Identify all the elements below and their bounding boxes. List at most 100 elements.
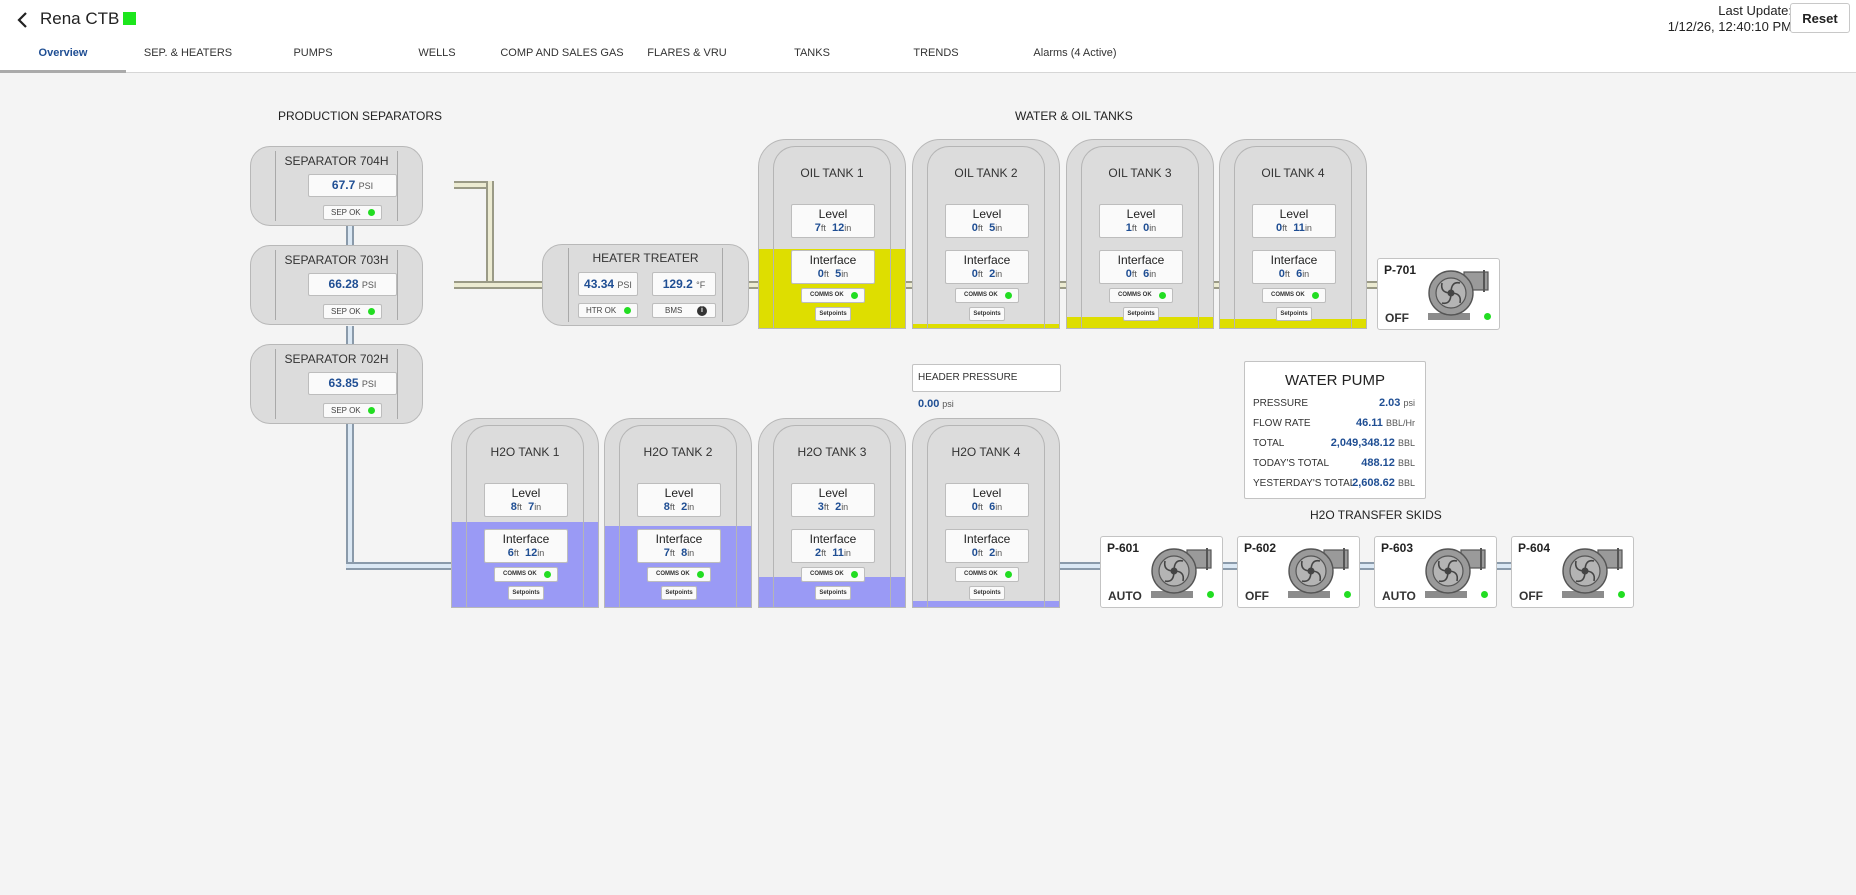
oil-pipe [454, 281, 546, 289]
tab-trends[interactable]: TRENDS [904, 44, 968, 70]
separator-704h[interactable]: SEPARATOR 704H 67.7 PSI SEP OK [250, 146, 423, 226]
tank-level: Level 0ft 5in [945, 204, 1029, 238]
pump-p-601[interactable]: P-601 AUTO [1100, 536, 1223, 608]
centrifugal-pump-icon [1428, 270, 1489, 320]
centrifugal-pump-icon [1425, 548, 1486, 598]
comms-ok-button[interactable]: COMMS OK [1262, 288, 1326, 303]
setpoints-button[interactable]: Setpoints [969, 586, 1005, 600]
tank-interface: Interface 6ft 12in [484, 529, 568, 563]
tab-comp-sales-gas[interactable]: COMP AND SALES GAS [500, 44, 624, 70]
tank-level: Level 3ft 2in [791, 483, 875, 517]
tab-sep-heaters[interactable]: SEP. & HEATERS [130, 44, 246, 70]
sep-status: SEP OK [323, 304, 382, 319]
comms-ok-button[interactable]: COMMS OK [494, 567, 558, 582]
comms-ok-button[interactable]: COMMS OK [955, 288, 1019, 303]
pump-name: P-701 [1384, 263, 1417, 277]
separator-name: SEPARATOR 702H [284, 352, 389, 366]
setpoints-button[interactable]: Setpoints [1276, 307, 1312, 321]
last-update-label: Last Update: [1718, 3, 1792, 18]
interface-label: Interface [1270, 253, 1318, 267]
tank-name: H2O TANK 2 [643, 445, 713, 459]
tank[interactable]: H2O TANK 3 Level 3ft 2in Interface 2ft 11in C… [758, 418, 906, 608]
comms-ok-button[interactable]: COMMS OK [801, 288, 865, 303]
tank-interface: Interface 0ft 2in [945, 529, 1029, 563]
tab-flares-vru[interactable]: FLARES & VRU [640, 44, 734, 70]
interface-label: Interface [809, 532, 857, 546]
water-pipe [346, 424, 354, 570]
tank-interface: Interface 0ft 6in [1099, 250, 1183, 284]
row-unit: BBL [1397, 438, 1415, 448]
heater-temperature: 129.2 °F [652, 272, 716, 296]
production-separators-heading: PRODUCTION SEPARATORS [278, 109, 443, 123]
row-label: TODAY'S TOTAL [1253, 458, 1330, 469]
tank[interactable]: H2O TANK 4 Level 0ft 6in Interface 0ft 2in CO… [912, 418, 1060, 608]
tank-level: Level 7ft 12in [791, 204, 875, 238]
interface-in: 12 [525, 547, 538, 559]
tab-overview[interactable]: Overview [0, 44, 126, 73]
level-in: 12 [832, 222, 845, 234]
status-ok-dot [1481, 591, 1488, 598]
pump-mode: OFF [1519, 589, 1543, 603]
status-ok-dot [1484, 313, 1491, 320]
comms-ok-button[interactable]: COMMS OK [955, 567, 1019, 582]
tank[interactable]: OIL TANK 4 Level 0ft 11in Interface 0ft 6in C… [1219, 139, 1367, 329]
row-unit: BBL [1397, 458, 1415, 468]
tab-wells[interactable]: WELLS [400, 44, 474, 70]
back-chevron-icon[interactable] [12, 8, 34, 32]
row-label: PRESSURE [1253, 398, 1309, 409]
tank[interactable]: H2O TANK 2 Level 8ft 2in Interface 7ft 8in CO… [604, 418, 752, 608]
separator-702h[interactable]: SEPARATOR 702H 63.85 PSI SEP OK [250, 344, 423, 424]
setpoints-button[interactable]: Setpoints [508, 586, 544, 600]
pump-p-602[interactable]: P-602 OFF [1237, 536, 1360, 608]
heater-pressure: 43.34 PSI [578, 272, 638, 296]
row-label: YESTERDAY'S TOTAL [1253, 478, 1356, 489]
heater-treater[interactable]: HEATER TREATER 43.34 PSI 129.2 °F HTR OK… [542, 244, 749, 326]
heater-pressure-value: 43.34 [584, 277, 615, 291]
interface-label: Interface [809, 253, 857, 267]
status-ok-dot [1005, 292, 1012, 299]
tank-name: OIL TANK 3 [1108, 166, 1172, 180]
tank[interactable]: OIL TANK 3 Level 1ft 0in Interface 0ft 6in CO… [1066, 139, 1214, 329]
bms-status[interactable]: BMS i [652, 303, 716, 318]
pump-p-604[interactable]: P-604 OFF [1511, 536, 1634, 608]
setpoints-button[interactable]: Setpoints [969, 307, 1005, 321]
sep-status-label: SEP OK [331, 307, 361, 316]
separator-703h[interactable]: SEPARATOR 703H 66.28 PSI SEP OK [250, 245, 423, 325]
setpoints-button[interactable]: Setpoints [661, 586, 697, 600]
setpoints-button[interactable]: Setpoints [815, 586, 851, 600]
comms-ok-button[interactable]: COMMS OK [647, 567, 711, 582]
water-pump-panel: WATER PUMP PRESSURE 2.03 psi FLOW RATE 46.1… [1244, 361, 1426, 499]
tank-name: OIL TANK 4 [1261, 166, 1325, 180]
row-label: FLOW RATE [1253, 418, 1311, 429]
tab-tanks[interactable]: TANKS [780, 44, 844, 70]
comms-ok-button[interactable]: COMMS OK [1109, 288, 1173, 303]
status-ok-dot [544, 571, 551, 578]
tank-name: H2O TANK 3 [797, 445, 867, 459]
setpoints-button[interactable]: Setpoints [815, 307, 851, 321]
tank-name: H2O TANK 1 [490, 445, 560, 459]
tank-interface: Interface 0ft 5in [791, 250, 875, 284]
tab-alarms[interactable]: Alarms (4 Active) [1010, 44, 1140, 70]
tank-level: Level 1ft 0in [1099, 204, 1183, 238]
tank-interface: Interface 2ft 11in [791, 529, 875, 563]
level-in: 11 [1293, 222, 1305, 234]
pump-p-701[interactable]: P-701 OFF [1377, 258, 1500, 330]
header-pressure: HEADER PRESSURE 0.00 psi [912, 364, 1061, 410]
tank[interactable]: OIL TANK 2 Level 0ft 5in Interface 0ft 2in CO… [912, 139, 1060, 329]
tank[interactable]: OIL TANK 1 Level 7ft 12in Interface 0ft 5in C… [758, 139, 906, 329]
level-label: Level [818, 486, 848, 500]
status-ok-dot [368, 209, 375, 216]
tank[interactable]: H2O TANK 1 Level 8ft 7in Interface 6ft 12in C… [451, 418, 599, 608]
status-ok-dot [1344, 591, 1351, 598]
setpoints-button[interactable]: Setpoints [1123, 307, 1159, 321]
sep-status-label: SEP OK [331, 406, 361, 415]
oil-pipe [486, 181, 494, 289]
htr-status: HTR OK [578, 303, 638, 318]
comms-ok-button[interactable]: COMMS OK [801, 567, 865, 582]
tab-pumps[interactable]: PUMPS [270, 44, 356, 70]
status-ok-dot [697, 571, 704, 578]
water-pump-row: TODAY'S TOTAL 488.12 BBL [1253, 457, 1415, 474]
info-icon[interactable]: i [697, 306, 707, 316]
reset-button[interactable]: Reset [1790, 3, 1850, 33]
pump-p-603[interactable]: P-603 AUTO [1374, 536, 1497, 608]
